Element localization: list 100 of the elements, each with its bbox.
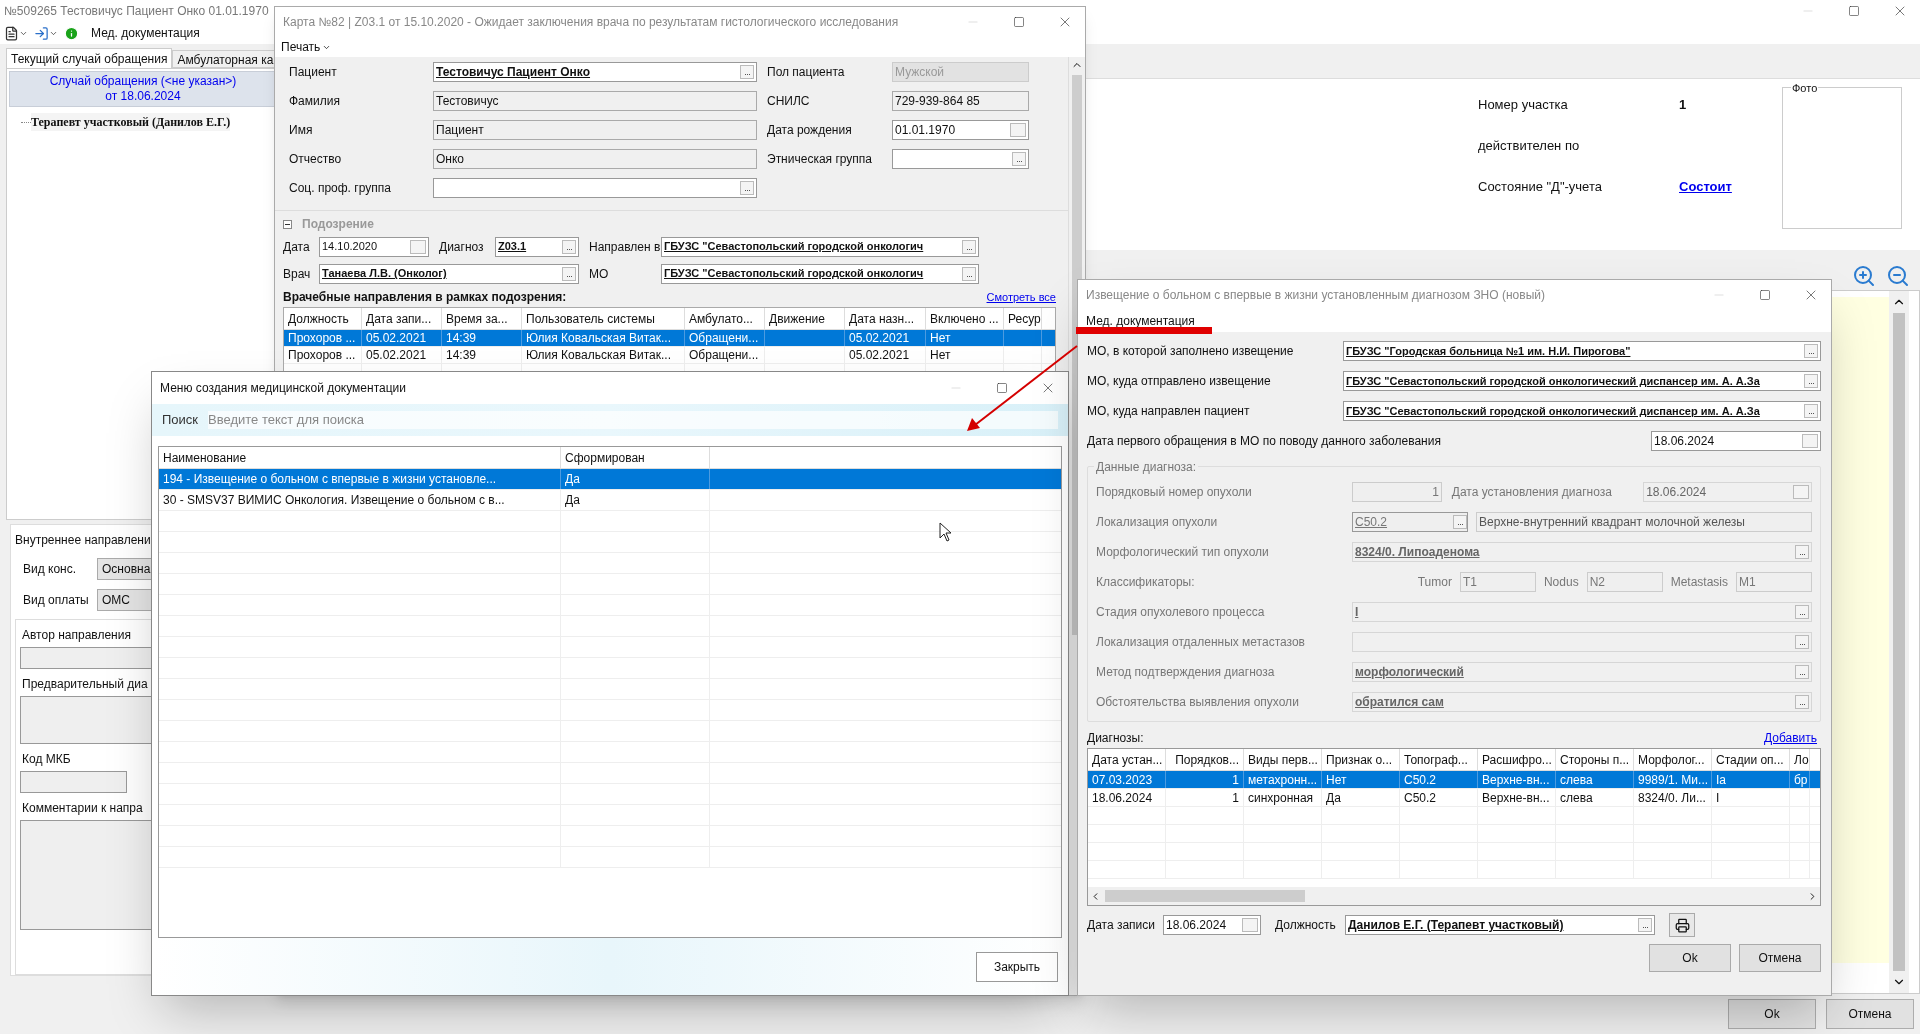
dialog-button[interactable]: Ok [1649, 944, 1731, 972]
toolbar-button[interactable]: Мед. документация [91, 24, 200, 42]
ellipsis-button[interactable] [962, 266, 976, 281]
column-header[interactable]: Стадии оп... [1712, 749, 1790, 770]
column-header[interactable]: Дата запи... [362, 308, 442, 329]
column-header[interactable]: Наименование [159, 447, 561, 468]
section-title: Подозрение [302, 216, 374, 233]
horizontal-scrollbar[interactable] [1088, 887, 1820, 905]
ellipsis-button[interactable] [562, 266, 576, 281]
menu-item[interactable]: Мед. документация [1086, 312, 1195, 330]
table-row[interactable]: 194 - Извещение о больном с впервые в жизни установле... Да [159, 469, 1061, 490]
zoom-out-icon[interactable] [1886, 264, 1910, 288]
table-cell: 1 [1232, 789, 1239, 806]
collapse-toggle[interactable] [283, 219, 292, 229]
field-label: Соц. проф. группа [289, 179, 392, 197]
column-header[interactable]: Должность [284, 308, 362, 329]
dialog-button[interactable]: Ok [1728, 999, 1816, 1029]
calendar-button[interactable] [1802, 434, 1818, 448]
table-cell-text: 30 - SMSV37 ВИМИС Онкология. Извещение о больном с в... [163, 492, 505, 509]
column-header[interactable]: Расшифро... [1478, 749, 1556, 770]
column-header[interactable]: Дата назн... [845, 308, 926, 329]
status-link[interactable]: Состоит [1679, 177, 1732, 197]
calendar-button[interactable] [410, 239, 426, 254]
import-icon[interactable] [34, 25, 49, 41]
input-field[interactable] [20, 771, 127, 793]
input-field[interactable] [892, 148, 1029, 169]
column-header[interactable]: Порядков... [1166, 749, 1244, 770]
column-header[interactable]: Включено ... [926, 308, 1004, 329]
dialog-button[interactable]: Отмена [1826, 999, 1914, 1029]
column-header[interactable]: Движение [765, 308, 845, 329]
table-row[interactable]: 18.06.2024 1 синхронная Да C50.2 Верхне-вн... слева 8324/0. Ли... I [1088, 789, 1820, 807]
zoom-in-icon[interactable] [1852, 264, 1876, 288]
document-icon[interactable] [4, 25, 19, 41]
column-header[interactable]: Ресур [1004, 308, 1042, 329]
input-field[interactable]: Данилов Е.Г. (Терапевт участковый) [1345, 915, 1655, 935]
input-field[interactable]: 14.10.2020 [319, 236, 429, 257]
tab[interactable]: Текущий случай обращения [6, 48, 173, 68]
input-field[interactable]: ГБУЗС "Севастопольский городской онкологич [661, 263, 979, 284]
input-field[interactable]: Z03.1 [495, 236, 579, 257]
input-field[interactable]: Онко [433, 148, 757, 169]
table-cell: 07.03.2023 [1092, 771, 1153, 788]
input-field[interactable]: ГБУЗС "Севастопольский городской онкологический диспансер им. А. А.За [1343, 371, 1821, 391]
input-field[interactable]: 18.06.2024 [1163, 915, 1261, 935]
input-field[interactable]: ГБУЗС "Севастопольский городской онкологический диспансер им. А. А.За [1343, 401, 1821, 421]
maximize-button[interactable] [994, 380, 1010, 396]
column-header[interactable]: Морфолог... [1634, 749, 1712, 770]
input-field[interactable]: Тестовичус [433, 90, 757, 111]
table-cell: I [1716, 789, 1720, 806]
maximize-button[interactable] [1011, 14, 1027, 30]
table-row[interactable]: Прохоров ... 05.02.2021 14:39 Юлия Ковальская Витак... Обращени... 05.02.2021 Нет [284, 330, 1055, 347]
dialog-button[interactable]: Отмена [1739, 944, 1821, 972]
input-field[interactable]: Тестовичус Пациент Онко [433, 61, 757, 82]
field-label: МО [589, 265, 610, 283]
column-header[interactable]: Топограф... [1400, 749, 1478, 770]
input-field[interactable]: 729-939-864 85 [892, 90, 1029, 111]
ellipsis-button[interactable] [1804, 344, 1818, 358]
input-field[interactable] [433, 177, 757, 198]
info-icon[interactable] [64, 25, 79, 41]
ellipsis-button[interactable] [1012, 151, 1026, 166]
calendar-button[interactable] [1010, 122, 1026, 137]
info-value: 1 [1679, 96, 1687, 114]
table-row[interactable]: 30 - SMSV37 ВИМИС Онкология. Извещение о больном с в... Да [159, 490, 1061, 511]
ellipsis-button[interactable] [1804, 404, 1818, 418]
table-cell-text: 194 - Извещение о больном с впервые в жизни установле... [163, 471, 497, 488]
print-button[interactable] [1669, 913, 1695, 937]
table-row[interactable]: 07.03.2023 1 метахронн... Нет C50.2 Верхне-вн... слева 9989/1. Ми... Ia бр [1088, 771, 1820, 789]
input-field[interactable]: Танаева Л.В. (Онколог) [319, 263, 579, 284]
table-cell: Нет [1326, 771, 1347, 788]
print-menu[interactable]: Печать [281, 38, 321, 56]
ellipsis-button[interactable] [962, 239, 976, 254]
ellipsis-button[interactable] [740, 180, 754, 195]
column-header[interactable]: Стороны п... [1556, 749, 1634, 770]
tree-item[interactable]: Терапевт участковый (Данилов Е.Г.) [31, 113, 231, 131]
ellipsis-button[interactable] [562, 239, 576, 254]
column-header[interactable]: Виды перв... [1244, 749, 1322, 770]
scrollbar[interactable] [1889, 291, 1909, 993]
field-label: Морфологический тип опухоли [1096, 544, 1270, 561]
maximize-button[interactable] [1757, 287, 1773, 303]
ellipsis-button[interactable] [1804, 374, 1818, 388]
column-header[interactable]: Признак о... [1322, 749, 1400, 770]
ellipsis-button[interactable] [740, 64, 754, 79]
view-all-link[interactable]: Смотреть все [986, 288, 1056, 306]
column-header[interactable]: Время за... [442, 308, 522, 329]
column-header[interactable]: Сформирован [561, 447, 710, 468]
column-header[interactable]: Дата устан... [1088, 749, 1166, 770]
ellipsis-button[interactable] [1638, 918, 1652, 932]
column-header[interactable]: Ло [1790, 749, 1810, 770]
input-field[interactable]: ГБУЗС "Городская больница №1 им. Н.И. Пирогова" [1343, 341, 1821, 361]
input-field[interactable]: Пациент [433, 119, 757, 140]
calendar-button[interactable] [1242, 918, 1258, 932]
input-field[interactable]: ГБУЗС "Севастопольский городской онкологич [661, 236, 979, 257]
add-link[interactable]: Добавить [1763, 729, 1821, 747]
restore-button[interactable] [1846, 3, 1862, 19]
close-dialog-button[interactable]: Закрыть [976, 951, 1058, 982]
input-field[interactable]: 18.06.2024 [1651, 431, 1821, 451]
column-header[interactable]: Амбулато... [685, 308, 765, 329]
search-field[interactable]: Введите текст для поиска [208, 411, 1058, 429]
table-row[interactable]: Прохоров ... 05.02.2021 14:39 Юлия Ковальская Витак... Обращени... 05.02.2021 Нет [284, 347, 1055, 364]
column-header[interactable]: Пользователь системы [522, 308, 685, 329]
input-field[interactable]: 01.01.1970 [892, 119, 1029, 140]
